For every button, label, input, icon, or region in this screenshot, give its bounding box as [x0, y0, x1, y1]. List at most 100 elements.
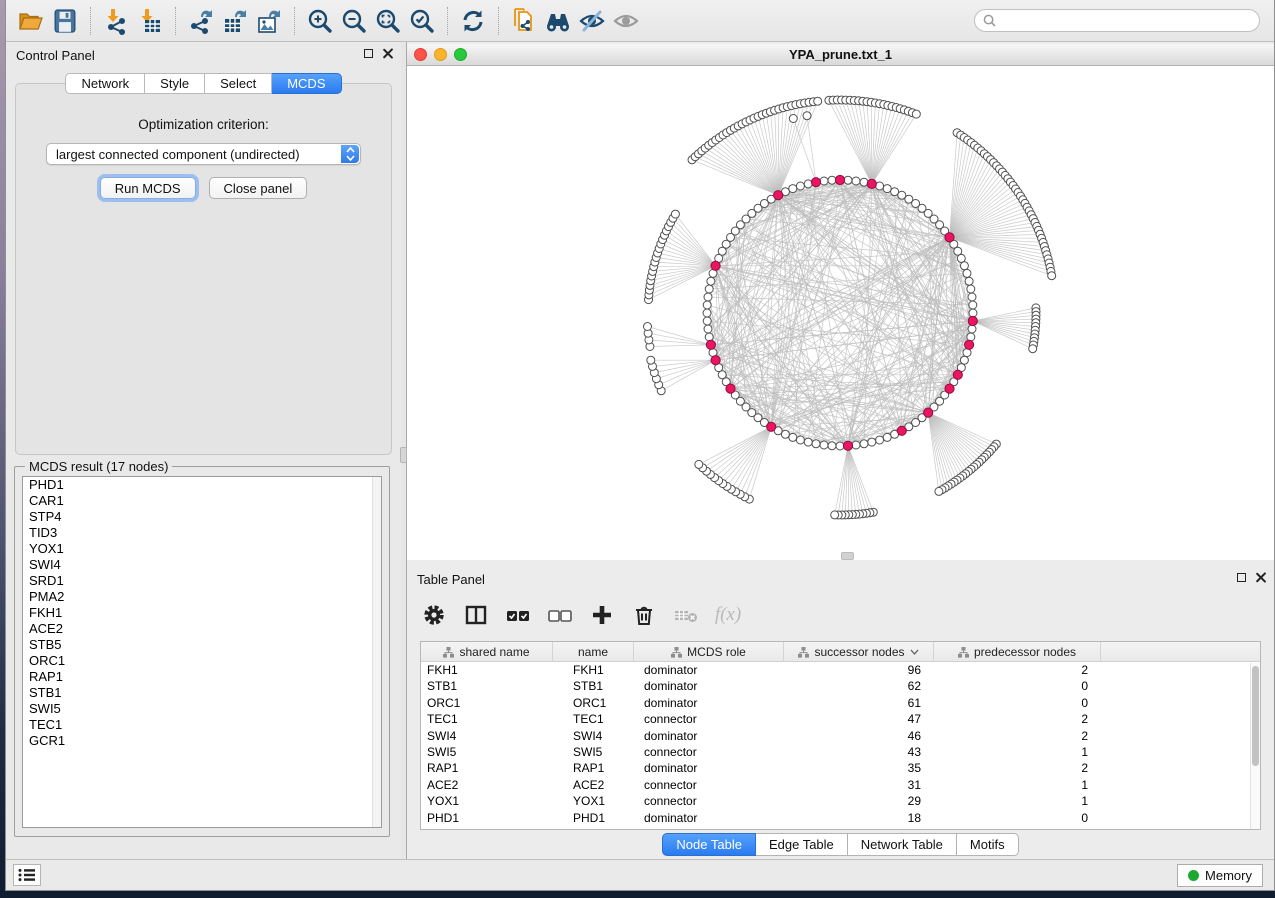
splitter-handle[interactable] [400, 447, 407, 463]
close-table-panel-icon[interactable] [1255, 572, 1266, 583]
open-session-button[interactable] [14, 5, 48, 37]
mcds-result-item[interactable]: CAR1 [23, 493, 381, 509]
export-image-button[interactable] [252, 5, 286, 37]
table-scrollbar-thumb[interactable] [1252, 666, 1259, 766]
optimization-criterion-label: Optimization criterion: [16, 117, 391, 132]
mcds-result-list[interactable]: PHD1CAR1STP4TID3YOX1SWI4SRD1PMA2FKH1ACE2… [22, 476, 382, 828]
hide-selected-button[interactable] [575, 5, 609, 37]
export-table-button[interactable] [218, 5, 252, 37]
cell-name: YOX1 [553, 793, 634, 809]
column-header-shared-name[interactable]: shared name [421, 642, 553, 662]
refresh-layout-button[interactable] [456, 5, 490, 37]
split-columns-icon [464, 603, 488, 627]
tab-style[interactable]: Style [145, 73, 205, 94]
list-icon [18, 868, 36, 882]
tab-network[interactable]: Network [65, 73, 145, 94]
cell-successor_nodes: 31 [784, 777, 934, 793]
column-label: MCDS role [687, 645, 746, 659]
control-panel-header: Control Panel [6, 42, 401, 68]
import-table-button[interactable] [133, 5, 167, 37]
column-header-name[interactable]: name [553, 642, 634, 662]
search-input[interactable] [1001, 12, 1259, 30]
zoom-fit-icon [374, 7, 402, 35]
zoom-fit-button[interactable] [371, 5, 405, 37]
cell-name: ORC1 [553, 695, 634, 711]
mcds-result-item[interactable]: ORC1 [23, 653, 381, 669]
function-builder-button[interactable]: f(x) [715, 602, 741, 628]
select-all-button[interactable] [505, 602, 531, 628]
table-row[interactable]: FKH1FKH1dominator962 [421, 662, 1260, 678]
column-header-MCDS-role[interactable]: MCDS role [634, 642, 784, 662]
mcds-list-scrollbar[interactable] [372, 477, 381, 827]
cell-shared_name: PHD1 [421, 810, 553, 826]
task-history-button[interactable] [13, 864, 41, 886]
table-row[interactable]: YOX1YOX1connector291 [421, 793, 1260, 809]
cell-shared_name: ORC1 [421, 695, 553, 711]
run-mcds-button[interactable]: Run MCDS [100, 177, 196, 199]
mcds-result-item[interactable]: YOX1 [23, 541, 381, 557]
mcds-result-item[interactable]: TEC1 [23, 717, 381, 733]
mcds-result-item[interactable]: PHD1 [23, 477, 381, 493]
network-canvas[interactable] [407, 66, 1275, 560]
column-header-predecessor-nodes[interactable]: predecessor nodes [934, 642, 1101, 662]
mcds-result-item[interactable]: PMA2 [23, 589, 381, 605]
import-network-button[interactable] [99, 5, 133, 37]
delete-column-button[interactable] [631, 602, 657, 628]
mcds-result-item[interactable]: SWI5 [23, 701, 381, 717]
table-row[interactable]: ACE2ACE2connector311 [421, 777, 1260, 793]
tab-motifs[interactable]: Motifs [957, 833, 1019, 856]
tab-network-table[interactable]: Network Table [848, 833, 957, 856]
show-all-button[interactable] [609, 5, 643, 37]
mcds-result-item[interactable]: GCR1 [23, 733, 381, 749]
add-column-button[interactable] [589, 602, 615, 628]
mcds-result-item[interactable]: STB5 [23, 637, 381, 653]
column-header-successor-nodes[interactable]: successor nodes [784, 642, 934, 662]
cell-name: SWI5 [553, 744, 634, 760]
control-panel: Control Panel NetworkStyleSelectMCDS Opt… [6, 42, 401, 859]
cell-predecessor_nodes: 0 [934, 678, 1101, 694]
table-row[interactable]: SWI4SWI4dominator462 [421, 728, 1260, 744]
table-row[interactable]: SWI5SWI5connector431 [421, 744, 1260, 760]
tab-node-table[interactable]: Node Table [662, 833, 756, 856]
mcds-result-item[interactable]: SRD1 [23, 573, 381, 589]
mcds-result-item[interactable]: TID3 [23, 525, 381, 541]
close-panel-icon[interactable] [382, 48, 393, 59]
tab-mcds[interactable]: MCDS [272, 73, 341, 94]
close-panel-button[interactable]: Close panel [209, 177, 308, 199]
cell-shared_name: STB1 [421, 678, 553, 694]
save-session-button[interactable] [48, 5, 82, 37]
mcds-result-item[interactable]: STB1 [23, 685, 381, 701]
gear-button[interactable] [421, 602, 447, 628]
zoom-in-button[interactable] [303, 5, 337, 37]
delete-table-button[interactable] [673, 602, 699, 628]
table-row[interactable]: ORC1ORC1dominator610 [421, 695, 1260, 711]
mcds-result-item[interactable]: SWI4 [23, 557, 381, 573]
horizontal-splitter-handle[interactable] [841, 552, 854, 560]
table-row[interactable]: TEC1TEC1connector472 [421, 711, 1260, 727]
zoom-selected-button[interactable] [405, 5, 439, 37]
tab-edge-table[interactable]: Edge Table [756, 833, 848, 856]
table-row[interactable]: STB1STB1dominator620 [421, 678, 1260, 694]
zoom-out-button[interactable] [337, 5, 371, 37]
export-network-button[interactable] [184, 5, 218, 37]
search-field[interactable] [974, 9, 1260, 32]
float-panel-icon[interactable] [364, 49, 373, 58]
delete-table-icon [673, 603, 699, 627]
deselect-all-button[interactable] [547, 602, 573, 628]
table-scrollbar[interactable] [1250, 663, 1260, 829]
float-table-panel-icon[interactable] [1237, 573, 1246, 582]
new-network-from-selection-button[interactable] [507, 5, 541, 37]
cell-successor_nodes: 43 [784, 744, 934, 760]
optimization-criterion-select[interactable]: largest connected component (undirected) [46, 143, 361, 165]
table-row[interactable]: RAP1RAP1dominator352 [421, 760, 1260, 776]
split-columns-button[interactable] [463, 602, 489, 628]
mcds-result-item[interactable]: STP4 [23, 509, 381, 525]
table-row[interactable]: PHD1PHD1dominator180 [421, 810, 1260, 826]
memory-button[interactable]: Memory [1177, 864, 1263, 887]
find-button[interactable] [541, 5, 575, 37]
mcds-result-item[interactable]: FKH1 [23, 605, 381, 621]
network-area: YPA_prune.txt_1 Table Panel [407, 42, 1274, 859]
mcds-result-item[interactable]: ACE2 [23, 621, 381, 637]
mcds-result-item[interactable]: RAP1 [23, 669, 381, 685]
tab-select[interactable]: Select [205, 73, 272, 94]
